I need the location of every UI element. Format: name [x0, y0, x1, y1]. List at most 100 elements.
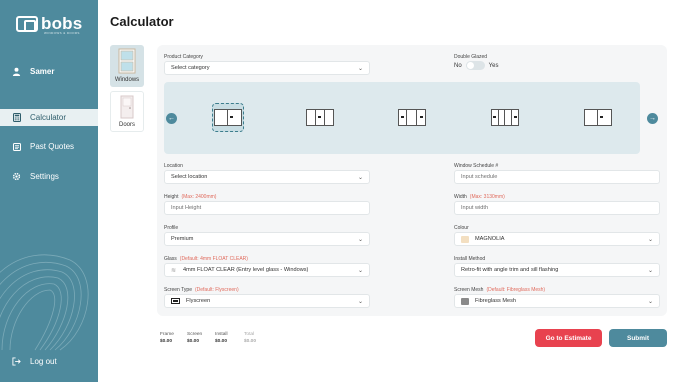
- product-category-select[interactable]: Select category ⌄: [164, 61, 370, 75]
- window-style-option-4[interactable]: [491, 109, 519, 126]
- sidebar: bobs WINDOWS & DOORS Samer Calculator Pa…: [0, 0, 98, 382]
- submit-button[interactable]: Submit: [609, 329, 667, 347]
- toggle-on-label: Yes: [488, 62, 499, 69]
- product-type-doors[interactable]: Doors: [110, 91, 144, 132]
- profile-value: Premium: [171, 236, 194, 242]
- gear-icon: [12, 172, 21, 181]
- product-category-value: Select category: [171, 65, 210, 71]
- double-glazed-label: Double Glazed: [454, 54, 488, 60]
- install-method-value: Retro-fit with angle trim and sill flash…: [461, 267, 559, 273]
- total-value: $0.00: [187, 339, 200, 344]
- handle-icon: [230, 116, 234, 118]
- nav-item-past-quotes[interactable]: Past Quotes: [0, 138, 98, 155]
- window-style-option-1[interactable]: [214, 109, 242, 126]
- window-schedule-field[interactable]: [454, 170, 660, 184]
- carousel-next-button[interactable]: →: [647, 113, 658, 124]
- total-label: Screen: [187, 332, 203, 337]
- user-profile[interactable]: Samer: [12, 67, 54, 76]
- total-install: Install $0.00: [215, 332, 228, 344]
- location-label: Location: [164, 163, 183, 169]
- handle-icon: [513, 116, 517, 118]
- screen-mesh-select[interactable]: Fibreglass Mesh ⌄: [454, 294, 660, 308]
- product-category-label: Product Category: [164, 54, 203, 60]
- glass-label: Glass (Default: 4mm FLOAT CLEAR): [164, 256, 248, 262]
- flyscreen-icon: [171, 298, 180, 304]
- arrow-right-icon: →: [649, 115, 656, 122]
- width-label: Width (Max: 3130mm): [454, 194, 505, 200]
- brand-tagline: WINDOWS & DOORS: [44, 31, 80, 35]
- profile-select[interactable]: Premium ⌄: [164, 232, 370, 246]
- logout-icon: [12, 357, 21, 366]
- glass-icon: ≋: [171, 267, 177, 274]
- height-input[interactable]: [171, 205, 369, 211]
- location-select[interactable]: Select location ⌄: [164, 170, 370, 184]
- glass-hint: (Default: 4mm FLOAT CLEAR): [179, 256, 248, 262]
- screen-mesh-value: Fibreglass Mesh: [475, 298, 517, 304]
- window-pane: [407, 110, 417, 125]
- total-label: Total: [244, 332, 255, 337]
- product-type-label: Doors: [118, 122, 135, 128]
- profile-label: Profile: [164, 225, 179, 231]
- total-value: $0.00: [215, 339, 228, 344]
- nav-item-settings[interactable]: Settings: [0, 168, 98, 185]
- glass-label-text: Glass: [164, 256, 177, 262]
- height-hint: (Max: 2400mm): [181, 194, 217, 200]
- total-value: $0.00: [244, 339, 257, 344]
- chevron-down-icon: ⌄: [357, 175, 363, 181]
- colour-select[interactable]: MAGNOLIA ⌄: [454, 232, 660, 246]
- double-glazed-toggle-group: No Yes: [454, 61, 498, 70]
- logo-icon: [16, 16, 38, 32]
- location-value: Select location: [171, 174, 208, 180]
- width-input[interactable]: [461, 205, 659, 211]
- glass-value: 4mm FLOAT CLEAR (Entry level glass - Win…: [183, 267, 309, 273]
- total-frame: Frame $0.00: [160, 332, 174, 344]
- glass-select[interactable]: ≋ 4mm FLOAT CLEAR (Entry level glass - W…: [164, 263, 370, 277]
- logout-button[interactable]: Log out: [0, 353, 98, 370]
- window-pane: [307, 110, 317, 125]
- screen-type-value: Flyscreen: [186, 298, 211, 304]
- screen-type-label-text: Screen Type: [164, 287, 192, 293]
- height-label-text: Height: [164, 194, 179, 200]
- window-pane: [215, 110, 229, 125]
- colour-label: Colour: [454, 225, 469, 231]
- double-glazed-toggle[interactable]: [465, 61, 485, 70]
- window-style-option-5[interactable]: [584, 109, 612, 126]
- calculator-icon: [12, 113, 21, 122]
- handle-icon: [419, 116, 423, 118]
- screen-mesh-label: Screen Mesh (Default: Fibreglass Mesh): [454, 287, 545, 293]
- window-pane: [512, 110, 518, 125]
- height-label: Height (Max: 2400mm): [164, 194, 216, 200]
- window-pane: [417, 110, 425, 125]
- decorative-rings: [0, 254, 89, 351]
- colour-value: MAGNOLIA: [475, 236, 505, 242]
- colour-swatch: [461, 235, 469, 243]
- window-style-option-2[interactable]: [306, 109, 334, 126]
- go-to-estimate-button[interactable]: Go to Estimate: [535, 329, 602, 347]
- window-pane: [228, 110, 241, 125]
- product-type-label: Windows: [114, 77, 140, 83]
- window-style-option-3[interactable]: [398, 109, 426, 126]
- screen-type-select[interactable]: Flyscreen ⌄: [164, 294, 370, 308]
- width-hint: (Max: 3130mm): [469, 194, 505, 200]
- screen-mesh-label-text: Screen Mesh: [454, 287, 484, 293]
- carousel-prev-button[interactable]: ←: [166, 113, 177, 124]
- app: bobs WINDOWS & DOORS Samer Calculator Pa…: [0, 0, 680, 382]
- window-pane: [325, 110, 333, 125]
- height-field[interactable]: [164, 201, 370, 215]
- nav-item-label: Calculator: [30, 113, 67, 122]
- total-label: Install: [215, 332, 228, 337]
- total-label: Frame: [160, 332, 174, 337]
- window-pane: [399, 110, 408, 125]
- product-type-windows[interactable]: Windows: [110, 45, 144, 87]
- screen-type-label: Screen Type (Default: Flyscreen): [164, 287, 239, 293]
- window-icon: [118, 48, 136, 74]
- window-schedule-input[interactable]: [461, 174, 659, 180]
- chevron-down-icon: ⌄: [357, 268, 363, 274]
- nav-item-calculator[interactable]: Calculator: [0, 109, 98, 126]
- chevron-down-icon: ⌄: [357, 66, 363, 72]
- total-screen: Screen $0.00: [187, 332, 202, 344]
- width-field[interactable]: [454, 201, 660, 215]
- install-method-select[interactable]: Retro-fit with angle trim and sill flash…: [454, 263, 660, 277]
- nav-item-label: Past Quotes: [30, 142, 75, 151]
- width-label-text: Width: [454, 194, 467, 200]
